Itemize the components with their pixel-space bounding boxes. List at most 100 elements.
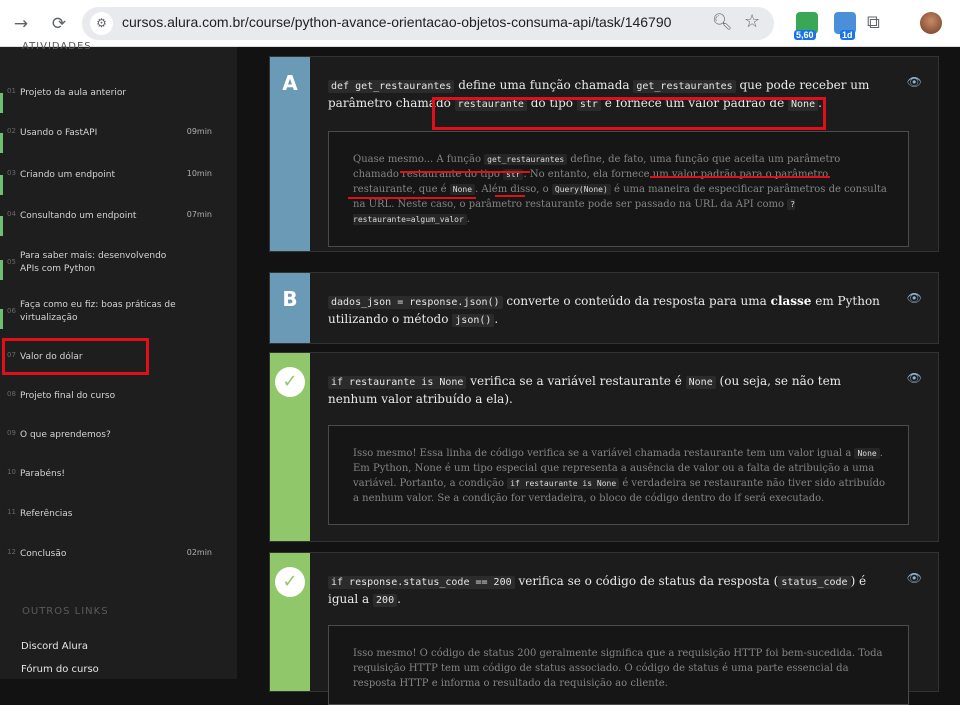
extension-1-badge: 5,60 xyxy=(794,30,816,40)
item-label: Projeto da aula anterior xyxy=(20,88,127,98)
option-correct-column: ✓ xyxy=(270,553,310,691)
sidebar-item-04[interactable]: 04 Consultando um endpoint 07min xyxy=(0,210,237,248)
url-text[interactable]: cursos.alura.com.br/course/python-avance… xyxy=(122,14,671,30)
code-snippet: if restaurante is None xyxy=(328,376,467,389)
answer-option-c[interactable]: ✓ if restaurante is None verifica se a v… xyxy=(269,352,939,542)
code-snippet: get_restaurantes xyxy=(633,80,736,93)
sidebar-item-06[interactable]: 06 Faça como eu fiz: boas práticas de vi… xyxy=(0,299,237,337)
item-number: 05 xyxy=(7,258,16,266)
item-label: Referências xyxy=(20,509,73,519)
progress-bar xyxy=(0,309,3,329)
statement-text: verifica se a variável restaurante é xyxy=(466,374,686,388)
main-content: A def get_restaurantes define uma função… xyxy=(237,47,960,705)
statement-text: converte o conteúdo da resposta para uma xyxy=(502,294,771,308)
item-duration: 02min xyxy=(186,548,212,557)
item-number: 12 xyxy=(7,548,16,556)
eye-icon[interactable]: 👁︎ xyxy=(907,571,922,585)
feedback-box: Quase mesmo... A função get_restaurantes… xyxy=(328,131,909,247)
sidebar-item-09[interactable]: 09 O que aprendemos? xyxy=(0,429,237,467)
feedback-part: Quase mesmo... A função xyxy=(353,154,485,165)
feedback-text: Quase mesmo... A função get_restaurantes… xyxy=(353,152,888,227)
answer-option-a[interactable]: A def get_restaurantes define uma função… xyxy=(269,56,939,252)
code-snippet: None xyxy=(854,448,880,459)
site-info-icon[interactable]: ⚙ xyxy=(90,12,113,35)
code-snippet: get_restaurantes xyxy=(484,154,568,165)
item-label: Conclusão xyxy=(20,549,67,559)
item-label: Consultando um endpoint xyxy=(20,211,137,221)
option-statement: if restaurante is None verifica se a var… xyxy=(328,373,888,407)
other-links-heading: OUTROS LINKS xyxy=(22,606,109,617)
item-number: 06 xyxy=(7,307,16,315)
option-letter: B xyxy=(282,287,298,311)
progress-bar xyxy=(0,260,3,280)
option-correct-column: ✓ xyxy=(270,353,310,541)
item-label: Parabéns! xyxy=(20,469,66,479)
extensions-puzzle-icon[interactable]: ⧉ xyxy=(867,12,880,33)
sidebar-item-03[interactable]: 03 Criando um endpoint 10min xyxy=(0,169,237,207)
forum-link[interactable]: Fórum do curso xyxy=(21,664,99,675)
checkmark-icon: ✓ xyxy=(275,367,305,397)
answer-option-d[interactable]: ✓ if response.status_code == 200 verific… xyxy=(269,552,939,705)
code-snippet: Query(None) xyxy=(551,184,611,195)
reload-icon[interactable]: ⟳ xyxy=(48,13,70,35)
option-letter-column: A xyxy=(270,57,310,251)
sidebar-item-08[interactable]: 08 Projeto final do curso xyxy=(0,390,237,428)
feedback-box: Isso mesmo! Essa linha de código verific… xyxy=(328,425,909,525)
bold-text: classe xyxy=(770,294,812,308)
address-bar[interactable]: ⚙ cursos.alura.com.br/course/python-avan… xyxy=(82,7,774,40)
statement-text: . xyxy=(494,312,499,326)
statement-text: define uma função chamada xyxy=(454,78,634,92)
extension-2-badge: 1d xyxy=(840,30,855,40)
feedback-part: . Além disso, o xyxy=(475,184,552,195)
progress-bar xyxy=(0,216,3,236)
item-number: 08 xyxy=(7,390,16,398)
extension-2-icon[interactable]: 1d xyxy=(834,12,856,40)
progress-bar xyxy=(0,175,3,195)
code-snippet: def get_restaurantes xyxy=(328,80,455,93)
sidebar-item-12[interactable]: 12 Conclusão 02min xyxy=(0,548,237,586)
code-snippet: if restaurante is None xyxy=(507,478,620,489)
item-number: 02 xyxy=(7,127,16,135)
item-label: Faça como eu fiz: boas práticas de virtu… xyxy=(20,300,176,323)
checkmark-icon: ✓ xyxy=(275,567,305,597)
option-statement: if response.status_code == 200 verifica … xyxy=(328,573,888,609)
item-label: Usando o FastAPI xyxy=(20,128,98,138)
item-number: 03 xyxy=(7,169,16,177)
red-underline xyxy=(348,197,476,199)
forward-icon[interactable]: → xyxy=(10,13,32,35)
profile-avatar[interactable] xyxy=(920,12,942,34)
sidebar-item-01[interactable]: 01 Projeto da aula anterior xyxy=(0,87,237,125)
code-snippet: json() xyxy=(452,314,495,327)
feedback-box: Isso mesmo! O código de status 200 geral… xyxy=(328,625,909,705)
red-underline xyxy=(650,176,830,178)
sidebar-item-05[interactable]: 05 Para saber mais: desenvolvendo APIs c… xyxy=(0,250,237,288)
eye-icon[interactable]: 👁︎ xyxy=(907,371,922,385)
red-underline xyxy=(495,195,525,197)
item-label: Para saber mais: desenvolvendo APIs com … xyxy=(20,251,167,274)
eye-icon[interactable]: 👁︎ xyxy=(907,75,922,89)
code-snippet: None xyxy=(449,184,476,195)
sidebar-item-10[interactable]: 10 Parabéns! xyxy=(0,468,237,506)
item-number: 04 xyxy=(7,210,16,218)
option-statement: dados_json = response.json() converte o … xyxy=(328,293,888,329)
code-snippet: 200 xyxy=(373,594,398,607)
code-snippet: dados_json = response.json() xyxy=(328,296,503,309)
feedback-text: Isso mesmo! O código de status 200 geral… xyxy=(353,648,883,689)
discord-link[interactable]: Discord Alura xyxy=(21,641,88,652)
option-letter: A xyxy=(282,71,298,95)
bookmark-star-icon[interactable]: ☆ xyxy=(744,11,760,32)
sidebar-item-02[interactable]: 02 Usando o FastAPI 09min xyxy=(0,127,237,165)
zoom-icon[interactable]: 🔍︎ xyxy=(712,12,732,31)
course-sidebar: ATIVIDADES 01 Projeto da aula anterior 0… xyxy=(0,41,237,679)
eye-icon[interactable]: 👁︎ xyxy=(907,291,922,305)
answer-option-b[interactable]: B dados_json = response.json() converte … xyxy=(269,272,939,344)
item-duration: 07min xyxy=(186,210,212,219)
red-annotation-box xyxy=(2,338,149,375)
item-number: 10 xyxy=(7,468,16,476)
extension-1-icon[interactable]: 5,60 xyxy=(794,12,818,40)
feedback-text: Isso mesmo! Essa linha de código verific… xyxy=(353,446,888,506)
statement-text: verifica se o código de status da respos… xyxy=(514,574,779,588)
code-snippet: None xyxy=(685,376,716,389)
code-snippet: if response.status_code == 200 xyxy=(328,576,515,589)
sidebar-item-11[interactable]: 11 Referências xyxy=(0,508,237,546)
